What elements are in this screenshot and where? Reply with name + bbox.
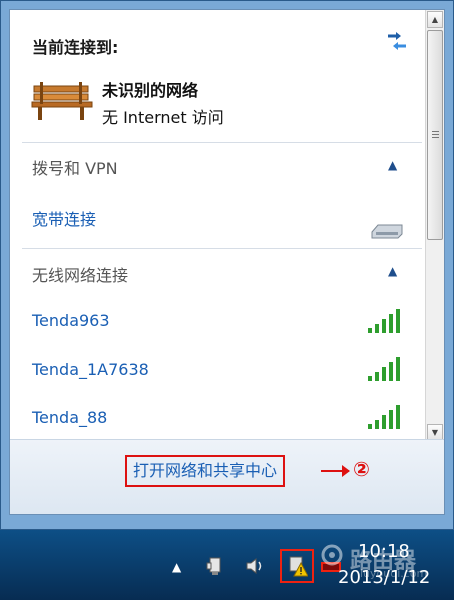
- signal-strength-icon: [368, 405, 400, 429]
- network-name: 未识别的网络: [102, 81, 199, 100]
- wifi-item-tenda-88[interactable]: Tenda_88: [32, 408, 107, 427]
- wifi-item-tenda-1a7638[interactable]: Tenda_1A7638: [32, 360, 149, 379]
- network-status: 无 Internet 访问: [102, 108, 224, 127]
- annotation-callout: ②: [353, 457, 370, 481]
- section-title-wireless: 无线网络连接: [32, 266, 129, 285]
- watermark-logo-icon: [321, 544, 343, 566]
- annotation-arrow: [321, 465, 350, 477]
- show-hidden-icons-icon[interactable]: ▲: [172, 560, 181, 574]
- signal-strength-icon: [368, 357, 400, 381]
- network-flyout-frame: 当前连接到: 未识别的网络 无 Internet 访问 拨号和 VPN ▲ 宽带…: [0, 0, 454, 530]
- network-warning-icon[interactable]: [286, 555, 308, 577]
- clock-time[interactable]: 10:18: [358, 541, 410, 562]
- chevron-up-icon[interactable]: ▲: [388, 158, 397, 172]
- clock-date[interactable]: 2013/1/12: [338, 567, 430, 588]
- chevron-up-icon[interactable]: ▲: [388, 264, 397, 278]
- usb-device-icon[interactable]: [204, 555, 226, 577]
- section-title-vpn: 拨号和 VPN: [32, 159, 118, 178]
- scrollbar[interactable]: ▲ ▼: [425, 10, 444, 442]
- modem-icon: [371, 224, 403, 239]
- divider: [22, 248, 422, 249]
- current-connection-label: 当前连接到:: [32, 38, 119, 57]
- bench-icon: [31, 82, 93, 120]
- scroll-thumb[interactable]: [427, 30, 443, 240]
- refresh-icon[interactable]: [384, 30, 410, 52]
- wifi-item-tenda963[interactable]: Tenda963: [32, 311, 110, 330]
- network-flyout: 当前连接到: 未识别的网络 无 Internet 访问 拨号和 VPN ▲ 宽带…: [9, 9, 445, 515]
- open-network-sharing-center-link[interactable]: 打开网络和共享中心: [125, 455, 286, 487]
- signal-strength-icon: [368, 309, 400, 333]
- divider: [22, 142, 422, 143]
- volume-icon[interactable]: [244, 555, 266, 577]
- connection-item-broadband[interactable]: 宽带连接: [32, 206, 96, 230]
- scroll-up-button[interactable]: ▲: [427, 11, 443, 28]
